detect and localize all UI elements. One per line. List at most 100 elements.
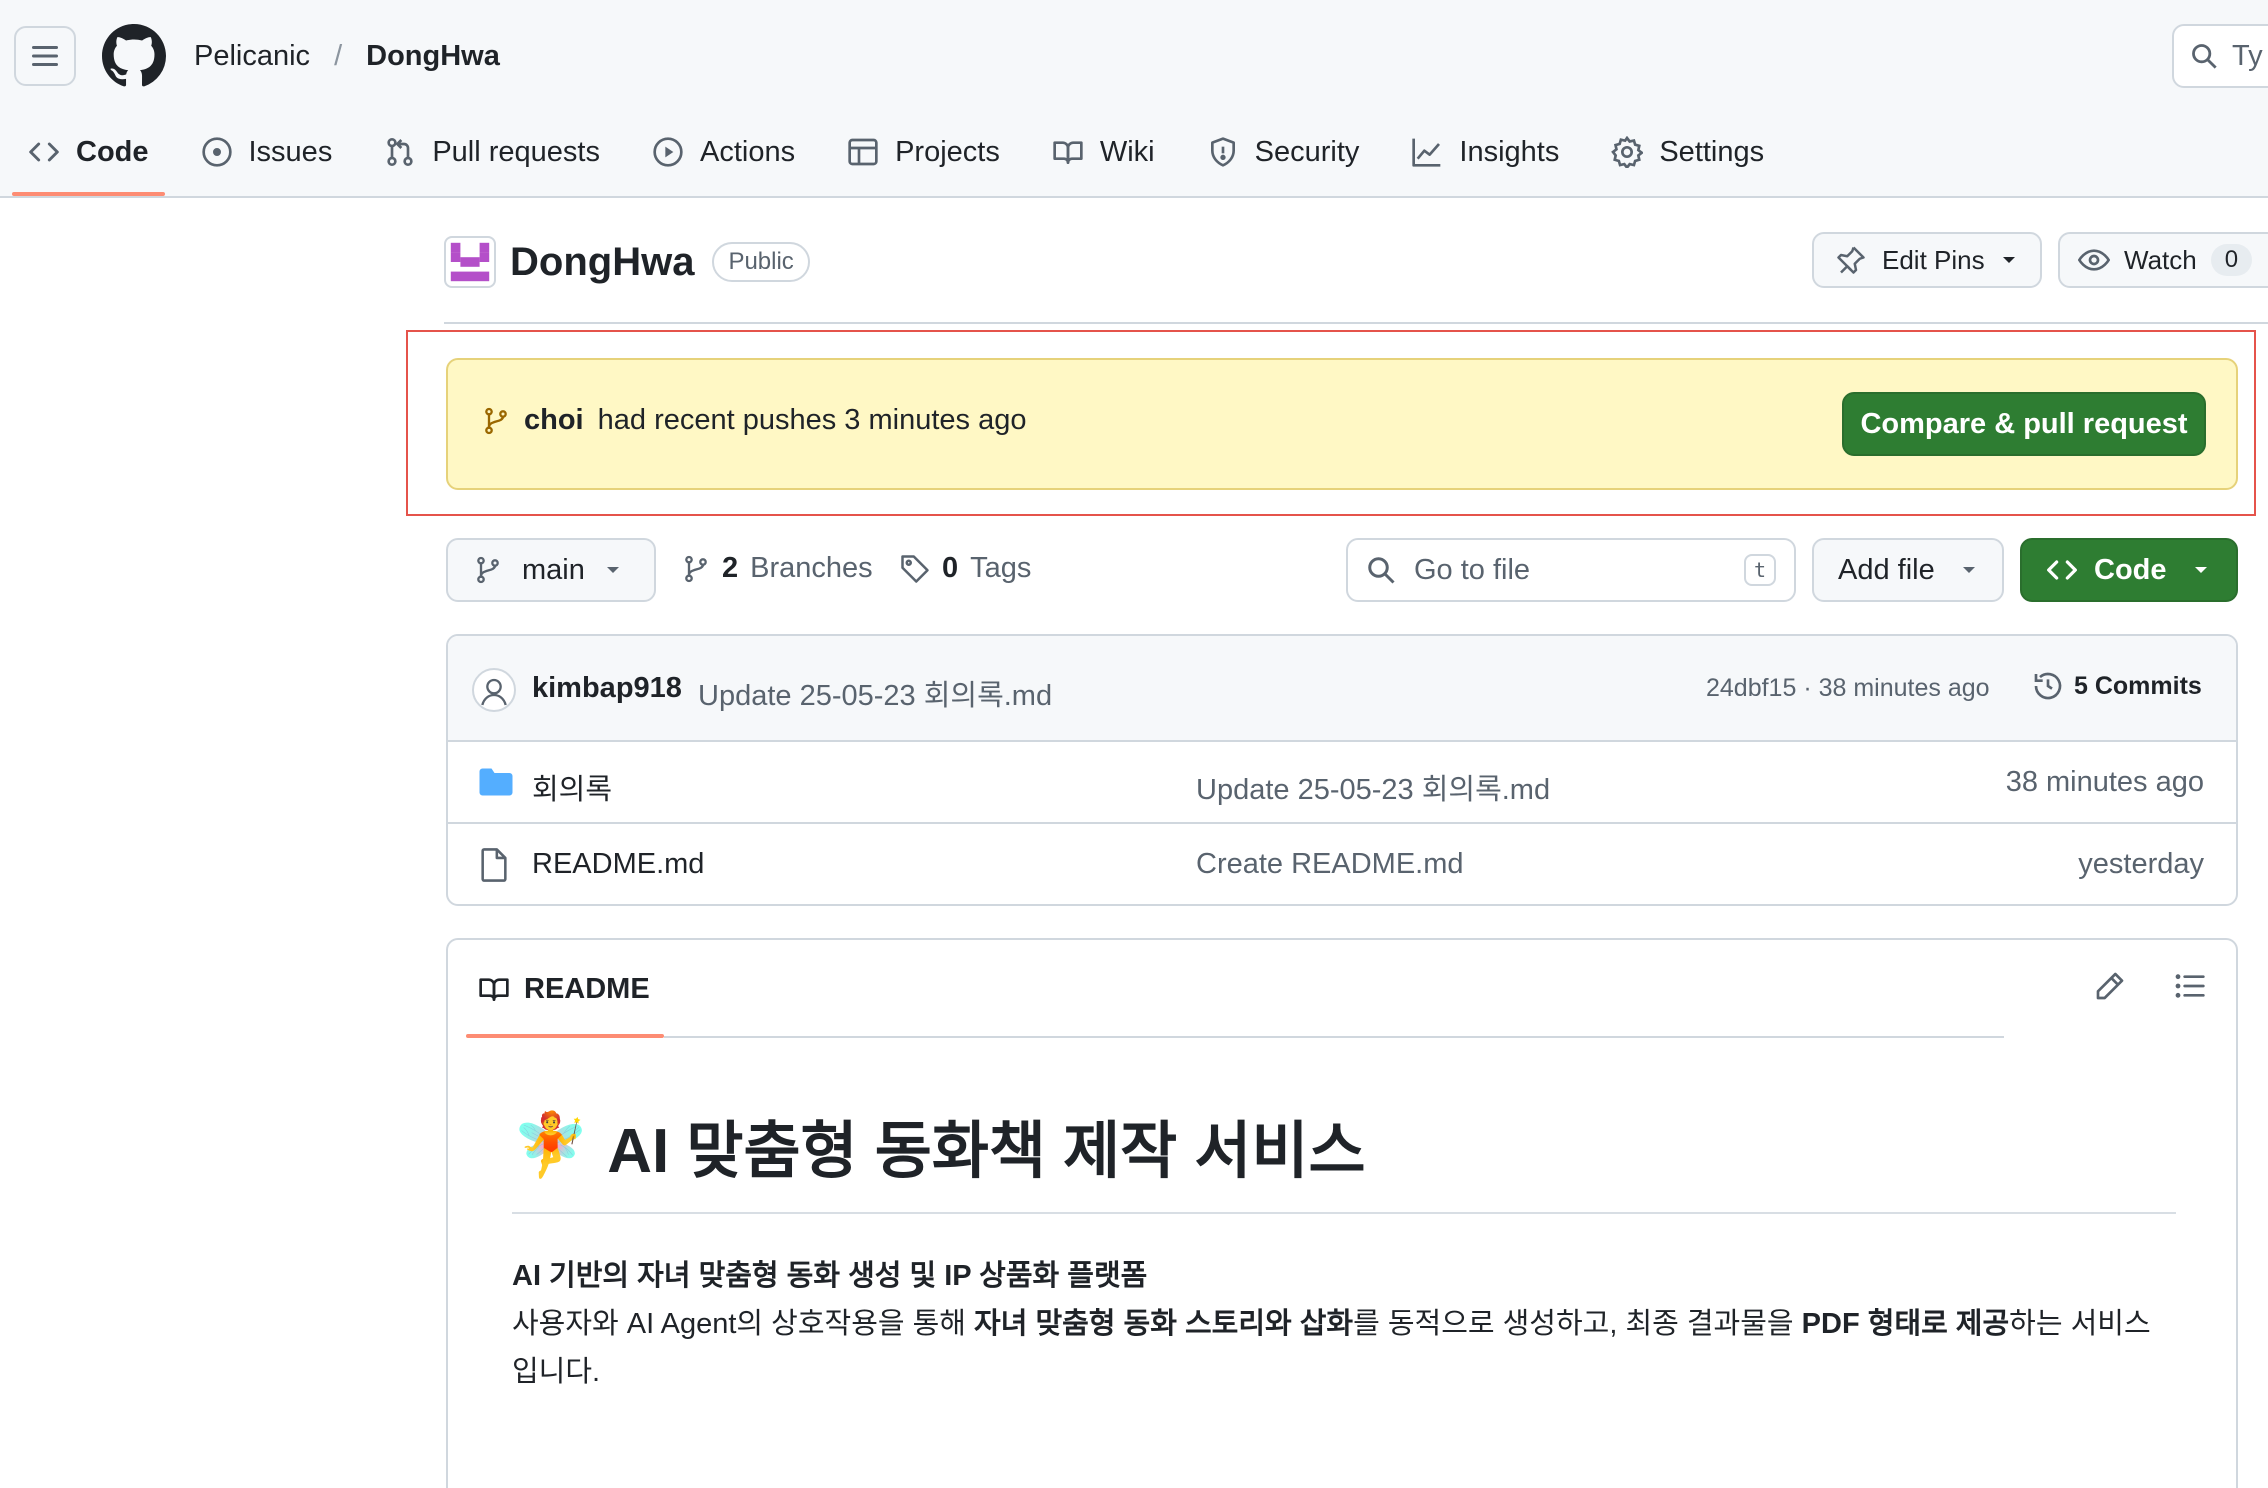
caret-down-icon [2194,567,2207,573]
owner-link[interactable]: Pelicanic [194,40,310,73]
table-row[interactable]: 회의록 Update 25-05-23 회의록.md 38 minutes ag… [448,742,2236,824]
menu-icon [32,46,58,66]
tab-label: Pull requests [432,135,600,168]
code-dropdown-button[interactable]: Code [2020,538,2238,602]
tab-projects[interactable]: Projects [847,126,1000,178]
readme-panel: README 🧚 AI 맞춤형 동화책 제작 서비스 AI 기반의 자녀 맞춤형… [446,938,2238,1488]
tab-label: Settings [1659,135,1765,168]
readme-divider [664,1036,2004,1038]
file-commit-message[interactable]: Create README.md [1196,848,1464,881]
list-outline-icon[interactable] [2174,970,2206,1002]
hamburger-menu-button[interactable] [14,26,76,86]
readme-title: AI 맞춤형 동화책 제작 서비스 [607,1117,1366,1186]
code-label: Code [2094,553,2167,586]
pin-icon [1837,246,1865,274]
github-logo-icon[interactable] [102,24,166,88]
breadcrumb-separator: / [334,39,343,72]
tab-readme[interactable]: README [466,940,664,1038]
table-icon [848,138,878,166]
watch-count: 0 [2210,244,2253,276]
graph-icon [1412,138,1441,167]
tab-code[interactable]: Code [12,126,164,196]
caret-down-icon [2002,257,2015,263]
readme-tab-label: README [524,972,650,1005]
global-search-input[interactable]: Ty [2172,24,2268,88]
file-name[interactable]: README.md [532,848,704,881]
visibility-badge: Public [712,242,810,282]
repo-avatar [444,236,496,288]
tab-label: Insights [1459,135,1560,168]
shield-icon [1210,137,1235,167]
file-date: 38 minutes ago [2005,766,2204,798]
push-text: had recent pushes 3 minutes ago [597,404,1027,436]
repo-title: DongHwa Public [444,234,810,290]
gear-icon [1611,136,1644,168]
code-icon [2047,560,2077,580]
tab-label: Actions [699,135,796,168]
tab-security[interactable]: Security [1207,126,1360,178]
tab-insights[interactable]: Insights [1411,126,1559,178]
folder-icon [479,768,513,796]
desc-bold: PDF 형태로 제공 [1801,1308,2010,1340]
compare-pull-request-button[interactable]: Compare & pull request [1842,392,2206,456]
table-row[interactable]: README.md Create README.md yesterday [448,824,2236,904]
readme-description: 사용자와 AI Agent의 상호작용을 통해 자녀 맞춤형 동화 스토리와 삽… [512,1300,2176,1396]
pull-request-icon [387,138,413,166]
desc-text: 사용자와 AI Agent의 상호작용을 통해 [512,1308,975,1340]
branches-link[interactable]: 2 Branches [682,552,873,585]
tag-icon [901,554,929,583]
title-divider [444,322,2268,324]
readme-heading: 🧚 AI 맞춤형 동화책 제작 서비스 [512,1100,2176,1214]
tab-wiki[interactable]: Wiki [1052,126,1155,178]
commits-label: 5 Commits [2074,671,2202,700]
tab-settings[interactable]: Settings [1611,126,1764,178]
keyboard-hint: t [1743,554,1776,586]
add-file-button[interactable]: Add file [1812,538,2004,602]
branch-select-button[interactable]: main [446,538,656,602]
book-icon [1053,141,1083,164]
search-placeholder: Ty [2232,39,2263,72]
tab-label: Security [1254,135,1360,168]
issue-icon [201,137,232,167]
branches-label: Branches [750,552,873,584]
pencil-icon[interactable] [2094,970,2126,1002]
push-message: choi had recent pushes 3 minutes ago [482,404,1026,437]
code-icon [29,142,59,162]
watch-button[interactable]: Watch 0 [2058,232,2268,288]
push-user[interactable]: choi [524,404,584,437]
go-to-file-placeholder: Go to file [1414,553,1531,586]
branch-icon [477,556,499,584]
desc-bold: 자녀 맞춤형 동화 스토리와 삽화 [974,1308,1354,1340]
tab-issues[interactable]: Issues [201,126,332,178]
search-icon [1368,557,1395,584]
tab-pull-requests[interactable]: Pull requests [384,126,600,178]
app-header: Pelicanic / DongHwa Ty Code Issues Pull … [0,0,2268,198]
add-file-label: Add file [1838,553,1935,586]
tab-actions[interactable]: Actions [652,126,795,178]
branch-name: main [522,553,585,586]
history-icon [2034,672,2062,700]
readme-subtitle: AI 기반의 자녀 맞춤형 동화 생성 및 IP 상품화 플랫폼 [512,1260,1148,1292]
commits-history-link[interactable]: 5 Commits [2032,670,2202,702]
readme-actions [2094,970,2206,1002]
edit-pins-button[interactable]: Edit Pins [1812,232,2042,288]
caret-down-icon [606,567,619,573]
avatar[interactable] [472,668,516,712]
recent-push-banner: choi had recent pushes 3 minutes ago Com… [446,358,2238,490]
commit-author[interactable]: kimbap918 [532,672,682,705]
file-commit-message[interactable]: Update 25-05-23 회의록.md [1196,766,1550,808]
branch-icon [485,407,507,434]
repo-name[interactable]: DongHwa [510,240,694,285]
commit-message[interactable]: Update 25-05-23 회의록.md [698,672,1052,714]
tab-label: Wiki [1099,135,1155,168]
latest-commit-row: kimbap918 Update 25-05-23 회의록.md 24dbf15… [448,636,2236,742]
watch-label: Watch [2124,244,2197,275]
commit-meta[interactable]: 24dbf15 · 38 minutes ago [1706,674,1990,703]
go-to-file-input[interactable]: Go to file t [1346,538,1796,602]
tags-link[interactable]: 0 Tags [900,552,1031,585]
file-table: kimbap918 Update 25-05-23 회의록.md 24dbf15… [446,634,2238,906]
search-icon [2192,44,2217,69]
repo-link[interactable]: DongHwa [366,40,500,73]
file-name[interactable]: 회의록 [532,766,612,808]
tab-label: Projects [895,135,1000,168]
